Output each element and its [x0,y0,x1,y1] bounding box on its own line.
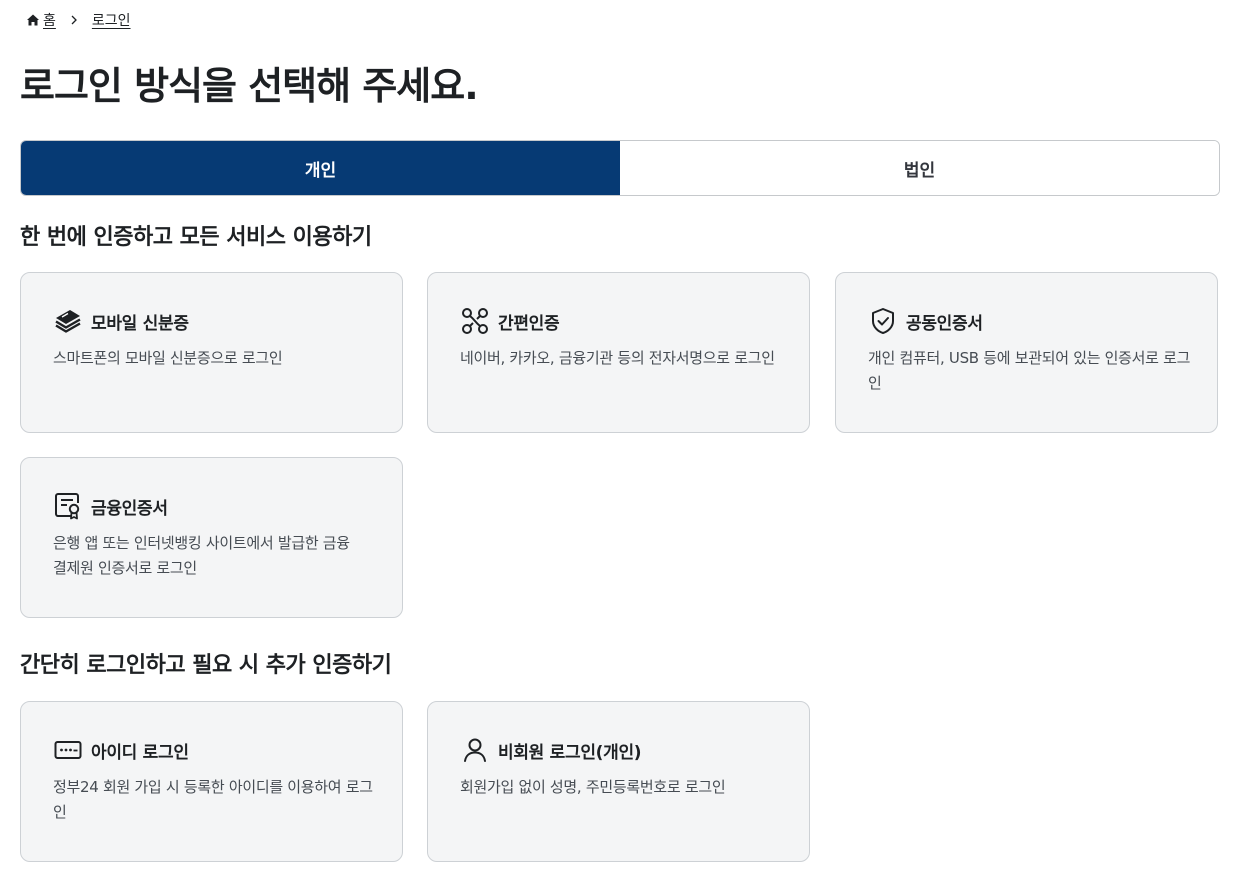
login-method-page: 홈 로그인 로그인 방식을 선택해 주세요. 개인 법인 한 번에 인증하고 모… [0,0,1250,880]
card-mobile-id[interactable]: 모바일 신분증 스마트폰의 모바일 신분증으로 로그인 [20,272,403,433]
card-description: 은행 앱 또는 인터넷뱅킹 사이트에서 발급한 금융결제원 인증서로 로그인 [53,534,350,577]
tab-corporate[interactable]: 법인 [620,141,1219,195]
card-simple-auth[interactable]: 간편인증 네이버, 카카오, 금융기관 등의 전자서명으로 로그인 [427,272,810,433]
card-title: 비회원 로그인(개인) [498,742,642,763]
breadcrumb: 홈 로그인 [26,9,131,31]
card-id-login[interactable]: 아이디 로그인 정부24 회원 가입 시 등록한 아이디를 이용하여 로그인 [20,701,403,862]
card-guest-login[interactable]: 비회원 로그인(개인) 회원가입 없이 성명, 주민등록번호로 로그인 [427,701,810,862]
simple-auth-icon [460,306,490,336]
card-description: 정부24 회원 가입 시 등록한 아이디를 이용하여 로그인 [53,778,373,821]
card-description: 네이버, 카카오, 금융기관 등의 전자서명으로 로그인 [460,349,775,367]
breadcrumb-current-link[interactable]: 로그인 [92,10,131,30]
person-icon [460,735,490,765]
card-financial-certificate[interactable]: 금융인증서 은행 앱 또는 인터넷뱅킹 사이트에서 발급한 금융결제원 인증서로… [20,457,403,618]
card-joint-certificate[interactable]: 공동인증서 개인 컴퓨터, USB 등에 보관되어 있는 인증서로 로그인 [835,272,1218,433]
section-heading-full-auth: 한 번에 인증하고 모든 서비스 이용하기 [20,225,372,250]
shield-check-icon [868,306,898,336]
card-title: 금융인증서 [91,498,168,519]
chevron-right-icon [68,14,80,26]
tab-personal[interactable]: 개인 [21,141,620,195]
breadcrumb-home-link[interactable]: 홈 [43,10,56,30]
card-title: 간편인증 [498,313,560,334]
certificate-icon [53,491,83,521]
card-description: 회원가입 없이 성명, 주민등록번호로 로그인 [460,778,726,796]
page-title: 로그인 방식을 선택해 주세요. [20,64,479,108]
home-icon [26,13,40,27]
section-heading-simple-login: 간단히 로그인하고 필요 시 추가 인증하기 [20,653,392,678]
password-field-icon [53,735,83,765]
card-description: 스마트폰의 모바일 신분증으로 로그인 [53,349,283,367]
card-description: 개인 컴퓨터, USB 등에 보관되어 있는 인증서로 로그인 [868,349,1191,392]
card-title: 아이디 로그인 [91,742,189,763]
user-type-tabs: 개인 법인 [20,140,1220,196]
card-title: 공동인증서 [906,313,983,334]
card-title: 모바일 신분증 [91,313,189,334]
mobile-id-icon [53,306,83,336]
